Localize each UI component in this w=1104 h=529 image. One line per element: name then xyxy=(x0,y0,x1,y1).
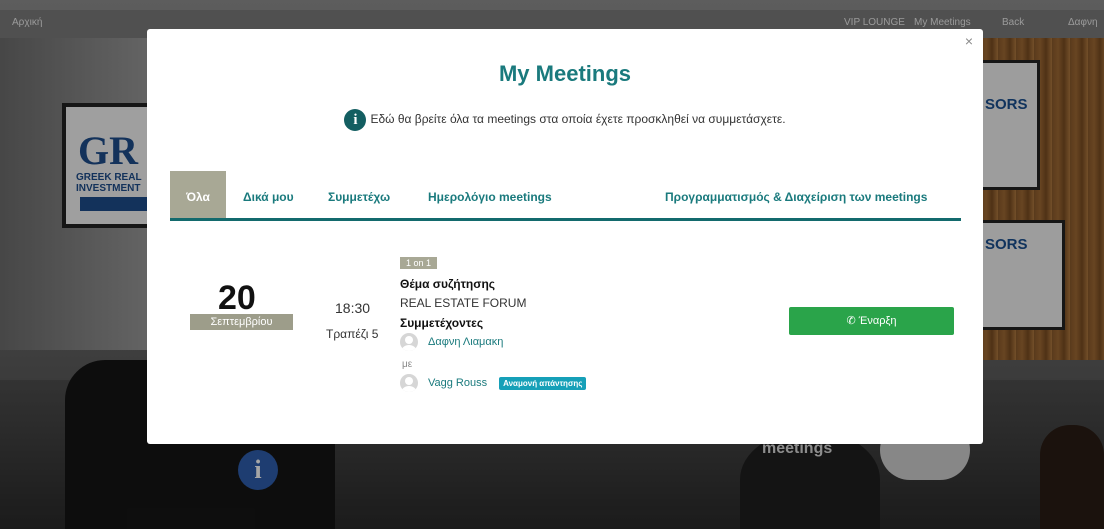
info-icon: i xyxy=(344,109,367,131)
avatar xyxy=(400,374,418,392)
host-name[interactable]: Δαφνη Λιαμακη xyxy=(428,336,503,348)
topic-label: Θέμα συζήτησης xyxy=(400,277,496,291)
guest-name[interactable]: Vagg Rouss xyxy=(428,377,487,389)
participant-host: Δαφνη Λιαμακη xyxy=(400,333,503,351)
start-button-label: Έναρξη xyxy=(858,315,897,327)
start-meeting-button[interactable]: ✆ Έναρξη xyxy=(789,307,954,335)
tab-participating[interactable]: Συμμετέχω xyxy=(328,171,390,218)
status-badge: Αναμονή απάντησης xyxy=(499,376,587,390)
avatar xyxy=(400,333,418,351)
modal-title: My Meetings xyxy=(498,61,632,86)
tab-mine[interactable]: Δικά μου xyxy=(243,171,294,218)
participants-label: Συμμετέχοντες xyxy=(400,316,484,330)
tab-all[interactable]: Όλα xyxy=(170,171,226,218)
my-meetings-modal: × My Meetings i Εδώ θα βρείτε όλα τα meet… xyxy=(147,29,983,444)
phone-icon: ✆ xyxy=(846,315,856,327)
meeting-month: Σεπτεμβρίου xyxy=(190,314,293,330)
close-icon[interactable]: × xyxy=(965,33,973,49)
meeting-time: 18:30 xyxy=(335,300,371,316)
info-text: Εδώ θα βρείτε όλα τα meetings στα οποία … xyxy=(370,112,786,127)
participant-guest: Vagg Rouss Αναμονή απάντησης xyxy=(400,374,587,392)
meeting-topic: REAL ESTATE FORUM xyxy=(400,296,527,310)
info-message: i Εδώ θα βρείτε όλα τα meetings στα οποία… xyxy=(147,109,983,131)
meeting-tabs: Όλα Δικά μου Συμμετέχω Ημερολόγιο meetin… xyxy=(170,171,961,221)
tab-calendar[interactable]: Ημερολόγιο meetings xyxy=(428,171,552,218)
meeting-card: 20 Σεπτεμβρίου 18:30 Τραπέζι 5 1 on 1 Θέ… xyxy=(170,249,961,399)
meeting-type-badge: 1 on 1 xyxy=(400,257,438,269)
with-label: με xyxy=(402,359,413,370)
meeting-table-number: Τραπέζι 5 xyxy=(326,327,379,341)
meeting-day: 20 xyxy=(218,279,256,317)
tab-schedule-manage[interactable]: Προγραμματισμός & Διαχείριση των meeting… xyxy=(665,171,927,218)
